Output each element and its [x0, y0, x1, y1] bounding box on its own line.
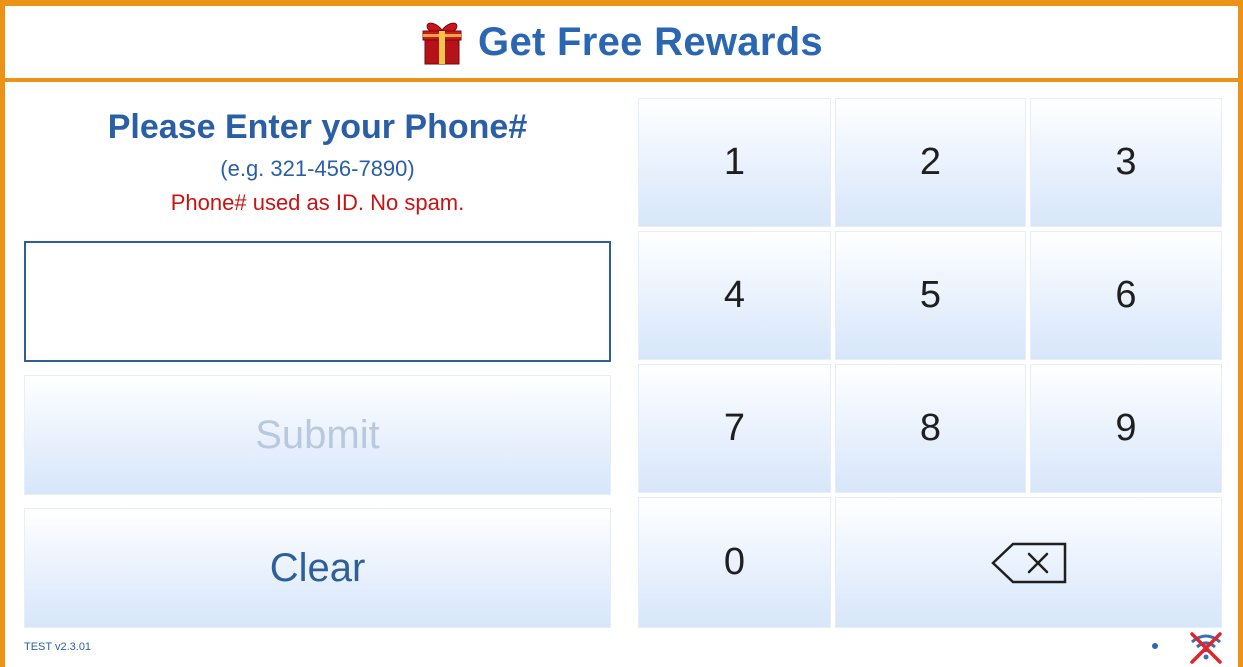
header-bar: Get Free Rewards	[5, 6, 1238, 82]
key-label: 2	[919, 141, 942, 183]
version-label: TEST v2.3.01	[24, 641, 92, 653]
submit-button-label: Submit	[255, 412, 380, 457]
key-label: 9	[1115, 407, 1137, 449]
keypad-key-2[interactable]: 2	[835, 98, 1026, 227]
prompt-heading: Please Enter your Phone#	[107, 108, 528, 146]
key-label: 5	[919, 274, 942, 316]
prompt-note: Phone# used as ID. No spam.	[170, 190, 465, 215]
wifi-disconnected-icon	[1190, 632, 1222, 664]
keypad-key-3[interactable]: 3	[1030, 98, 1222, 227]
keypad-key-1[interactable]: 1	[638, 98, 831, 227]
submit-button[interactable]: Submit	[24, 375, 611, 495]
status-dot	[1152, 643, 1158, 649]
gift-icon	[422, 22, 462, 65]
key-label: 6	[1115, 274, 1137, 316]
clear-button-label: Clear	[269, 545, 366, 590]
key-label: 8	[919, 407, 942, 449]
key-label: 7	[723, 407, 746, 449]
keypad-key-7[interactable]: 7	[638, 364, 831, 493]
backspace-button[interactable]	[835, 497, 1222, 628]
key-label: 1	[723, 141, 746, 183]
phone-prompt: Please Enter your Phone# (e.g. 321-456-7…	[24, 104, 611, 218]
backspace-icon	[990, 542, 1066, 583]
key-label: 3	[1115, 141, 1137, 183]
keypad-key-6[interactable]: 6	[1030, 231, 1222, 360]
page-title: Get Free Rewards	[478, 19, 823, 64]
keypad-key-5[interactable]: 5	[835, 231, 1026, 360]
key-label: 4	[723, 274, 746, 316]
phone-input[interactable]	[24, 241, 611, 362]
key-label: 0	[723, 541, 746, 583]
keypad-key-8[interactable]: 8	[835, 364, 1026, 493]
keypad-key-4[interactable]: 4	[638, 231, 831, 360]
keypad-key-9[interactable]: 9	[1030, 364, 1222, 493]
prompt-example: (e.g. 321-456-7890)	[220, 156, 415, 181]
keypad-key-0[interactable]: 0	[638, 497, 831, 628]
clear-button[interactable]: Clear	[24, 508, 611, 628]
